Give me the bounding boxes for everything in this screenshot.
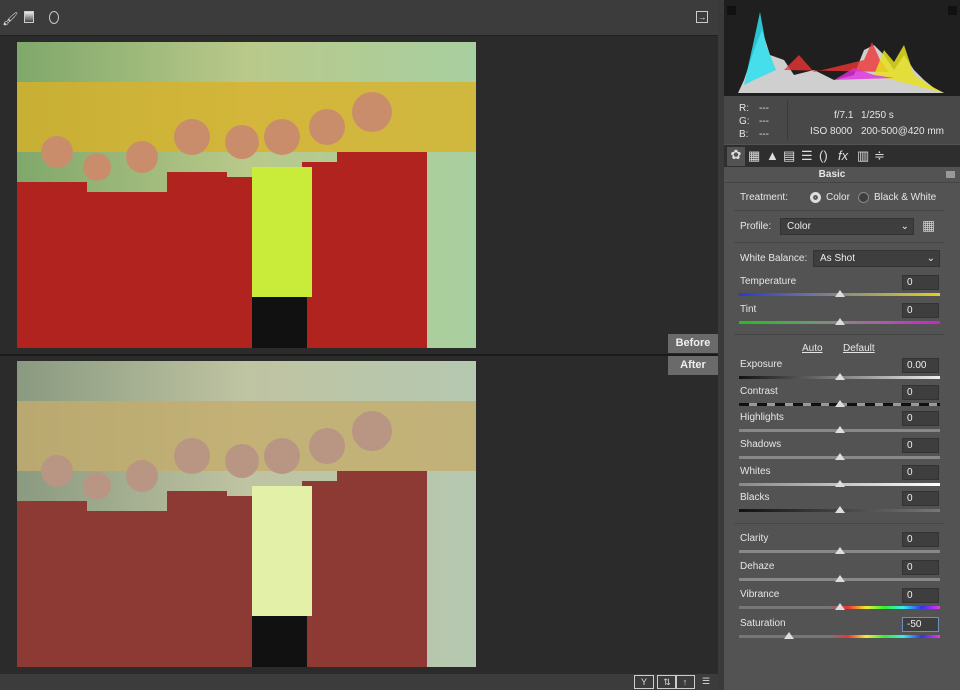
- preferences-icon[interactable]: ☰: [696, 675, 716, 689]
- open-object-icon[interactable]: →: [696, 11, 708, 23]
- presets-icon[interactable]: ≑: [874, 148, 885, 164]
- basic-icon[interactable]: ✿: [727, 147, 745, 166]
- temperature-slider-thumb[interactable]: [834, 290, 845, 297]
- before-image: [17, 42, 476, 348]
- saturation-field[interactable]: -50: [902, 617, 939, 632]
- saturation-label: Saturation: [740, 618, 786, 629]
- dehaze-label: Dehaze: [740, 561, 775, 572]
- aperture: f/7.1: [834, 110, 854, 121]
- exposure-label: Exposure: [740, 359, 783, 370]
- iso: ISO 8000: [810, 126, 853, 137]
- vibrance-label: Vibrance: [740, 589, 780, 600]
- white-balance-label: White Balance:: [740, 253, 808, 264]
- bottom-bar: Y ⇅ ↑ ☰: [0, 674, 718, 690]
- vibrance-field[interactable]: 0: [902, 588, 939, 603]
- blacks-slider-thumb[interactable]: [834, 506, 845, 513]
- after-image: [17, 361, 476, 667]
- shadow-clipping-toggle: [727, 6, 736, 15]
- tone-curve-icon[interactable]: ▦: [748, 148, 760, 164]
- r-label: R:: [739, 103, 749, 114]
- info-panel: R: --- G: --- B: --- f/7.1 1/250 s ISO 8…: [724, 96, 960, 144]
- after-photo: [17, 361, 476, 667]
- auto-button[interactable]: Auto: [802, 343, 823, 354]
- whites-label: Whites: [740, 466, 771, 477]
- temperature-label: Temperature: [740, 276, 797, 287]
- histogram-red: [784, 42, 889, 72]
- before-label: Before: [668, 334, 718, 353]
- shadows-field[interactable]: 0: [902, 438, 939, 453]
- before-photo: [17, 42, 476, 348]
- treatment-bw-radio[interactable]: [858, 192, 869, 203]
- tint-field[interactable]: 0: [902, 303, 939, 318]
- detail-icon[interactable]: ▲: [766, 148, 779, 163]
- tint-slider-thumb[interactable]: [834, 318, 845, 325]
- tint-label: Tint: [740, 304, 757, 315]
- g-label: G:: [739, 116, 750, 127]
- blacks-label: Blacks: [740, 492, 770, 503]
- clarity-field[interactable]: 0: [902, 532, 939, 547]
- temperature-field[interactable]: 0: [902, 275, 939, 290]
- contrast-label: Contrast: [740, 386, 778, 397]
- highlights-slider-thumb[interactable]: [834, 426, 845, 433]
- clarity-slider-thumb[interactable]: [834, 547, 845, 554]
- lens-corrections-icon[interactable]: (): [819, 148, 828, 163]
- effects-icon[interactable]: fx: [838, 148, 848, 163]
- swap-settings-icon[interactable]: ⇅: [657, 675, 677, 689]
- profile-value: Color: [787, 221, 811, 232]
- highlights-label: Highlights: [740, 412, 784, 423]
- treatment-color-radio[interactable]: [810, 192, 821, 203]
- clarity-label: Clarity: [740, 533, 769, 544]
- histogram: [724, 0, 960, 96]
- copy-settings-icon[interactable]: ↑: [675, 675, 695, 689]
- dehaze-field[interactable]: 0: [902, 560, 939, 575]
- split-toning-icon[interactable]: ☰: [801, 148, 813, 164]
- shutter-speed: 1/250 s: [861, 110, 894, 121]
- chevron-down-icon: ⌄: [900, 221, 909, 232]
- saturation-slider-thumb[interactable]: [784, 632, 795, 639]
- treatment-color-label: Color: [826, 192, 850, 203]
- treatment-bw-label: Black & White: [874, 192, 937, 203]
- panel-menu-icon[interactable]: [946, 171, 955, 178]
- camera-calibration-icon[interactable]: ▥: [857, 148, 869, 164]
- g-value: ---: [759, 116, 769, 127]
- after-label: After: [668, 356, 718, 375]
- tool-bar: 🖌 →: [0, 0, 718, 36]
- right-panel: R: --- G: --- B: --- f/7.1 1/250 s ISO 8…: [724, 0, 960, 690]
- dehaze-slider-thumb[interactable]: [834, 575, 845, 582]
- before-after-view-icon[interactable]: Y: [634, 675, 654, 689]
- lens: 200-500@420 mm: [861, 126, 944, 137]
- view-divider: [0, 354, 718, 356]
- saturation-slider[interactable]: [739, 635, 940, 638]
- b-value: ---: [759, 129, 769, 140]
- panel-tabs: ✿ ▦ ▲ ▤ ☰ () fx ▥ ≑: [724, 145, 960, 167]
- highlight-clipping-toggle: [948, 6, 957, 15]
- profile-select[interactable]: Color ⌄: [780, 218, 914, 235]
- profile-browser-icon[interactable]: ▦: [922, 218, 935, 232]
- radial-filter-icon[interactable]: [49, 11, 59, 24]
- gradient-filter-icon[interactable]: [24, 11, 34, 23]
- profile-label: Profile:: [740, 221, 772, 232]
- whites-slider-thumb[interactable]: [834, 480, 845, 487]
- blacks-field[interactable]: 0: [902, 491, 939, 506]
- contrast-slider-thumb[interactable]: [834, 400, 845, 407]
- highlights-field[interactable]: 0: [902, 411, 939, 426]
- default-button[interactable]: Default: [843, 343, 875, 354]
- whites-field[interactable]: 0: [902, 465, 939, 480]
- panel-title: Basic: [818, 169, 846, 180]
- shadows-slider-thumb[interactable]: [834, 453, 845, 460]
- shadows-label: Shadows: [740, 439, 782, 450]
- exposure-field[interactable]: 0.00: [902, 358, 939, 373]
- exposure-slider-thumb[interactable]: [834, 373, 845, 380]
- r-value: ---: [759, 103, 769, 114]
- brush-icon[interactable]: 🖌: [2, 11, 19, 27]
- hsl-icon[interactable]: ▤: [783, 148, 795, 164]
- chevron-down-icon: ⌄: [926, 253, 935, 264]
- vibrance-slider-thumb[interactable]: [834, 603, 845, 610]
- treatment-label: Treatment:: [740, 192, 788, 203]
- b-label: B:: [739, 129, 749, 140]
- white-balance-select[interactable]: As Shot ⌄: [813, 250, 940, 267]
- contrast-field[interactable]: 0: [902, 385, 939, 400]
- white-balance-value: As Shot: [820, 253, 856, 264]
